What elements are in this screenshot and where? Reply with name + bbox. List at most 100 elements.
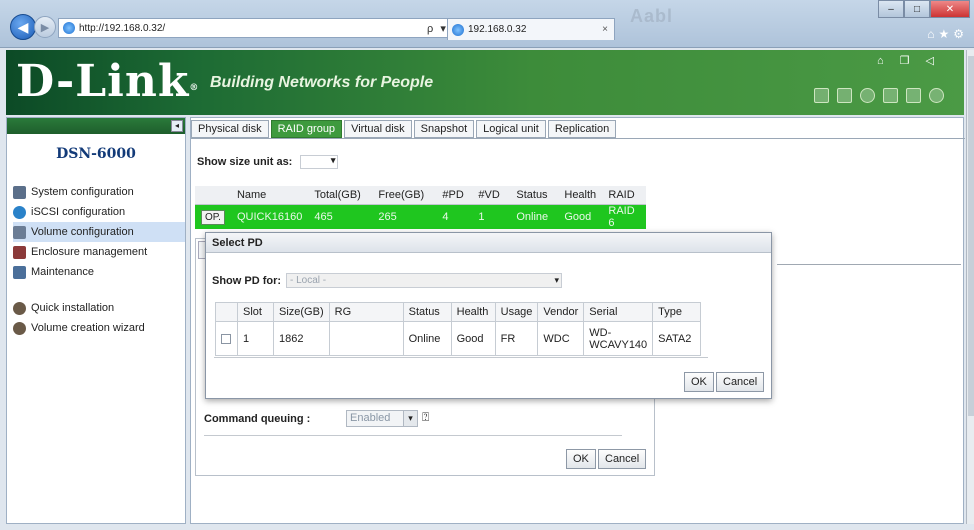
nav-item-quick-installation[interactable]: Quick installation xyxy=(13,298,185,318)
chevron-down-icon: ▾ xyxy=(554,275,559,285)
nav-item-iscsi-configuration[interactable]: iSCSI configuration xyxy=(13,202,185,222)
volume-wizard-icon xyxy=(13,321,26,335)
pd-select-checkbox[interactable] xyxy=(221,333,231,344)
back-arrow-icon: ◀ xyxy=(17,18,29,35)
tab-logical-unit[interactable]: Logical unit xyxy=(476,120,546,138)
close-window-icon[interactable]: ✕ xyxy=(930,0,970,18)
col-size: Size(GB) xyxy=(273,302,330,322)
command-queuing-label: Command queuing : xyxy=(204,413,311,425)
help-icon[interactable]: ⍰ xyxy=(422,410,429,425)
maximize-icon[interactable]: □ xyxy=(904,0,930,18)
show-pd-value: - Local - xyxy=(290,275,327,286)
registered-mark: ® xyxy=(189,83,200,93)
col-type: Type xyxy=(652,302,702,322)
form-cancel-button[interactable]: Cancel xyxy=(598,449,647,469)
col-rg: RG xyxy=(328,302,404,322)
dialog-cancel-button[interactable]: Cancel xyxy=(716,372,765,392)
nav-item-maintenance[interactable]: Maintenance xyxy=(13,262,185,282)
logo-text: D-Link xyxy=(16,56,190,107)
cell-slot: 1 xyxy=(237,321,274,356)
command-queuing-select[interactable]: Enabled ▾ xyxy=(346,410,418,427)
sidebar-header: ◂ xyxy=(7,118,185,134)
col-vendor: Vendor xyxy=(537,302,585,322)
tab-virtual-disk[interactable]: Virtual disk xyxy=(344,120,412,138)
ie-page-icon xyxy=(63,22,75,34)
iscsi-globe-icon xyxy=(13,205,26,219)
size-unit-label: Show size unit as: xyxy=(197,156,293,168)
pd-table: Slot Size(GB) RG Status Health Usage Ven… xyxy=(215,302,702,356)
nav-item-volume-configuration[interactable]: Volume configuration xyxy=(13,222,185,242)
quick-install-icon xyxy=(13,301,26,315)
col-free: Free(GB) xyxy=(372,186,437,205)
monitor-icon[interactable] xyxy=(837,88,852,103)
cell-vd: 1 xyxy=(472,204,511,229)
refresh-icon[interactable] xyxy=(860,88,875,103)
log-icon[interactable] xyxy=(883,88,898,103)
forward-button[interactable]: ▶ xyxy=(34,16,56,38)
tab-replication[interactable]: Replication xyxy=(547,120,617,138)
dialog-ok-button[interactable]: OK xyxy=(684,372,714,392)
nav-label: Maintenance xyxy=(31,266,94,278)
show-pd-select[interactable]: - Local - ▾ xyxy=(286,273,562,288)
browser-tab[interactable]: 192.168.0.32 × xyxy=(447,18,615,40)
cell-serial: WD-WCAVY140 xyxy=(583,321,654,356)
show-pd-label: Show PD for: xyxy=(212,275,282,287)
command-queuing-value: Enabled xyxy=(350,412,391,424)
disk-icon[interactable] xyxy=(814,88,829,103)
favorites-star-icon[interactable]: ★ xyxy=(938,27,953,41)
cell-usage: FR xyxy=(494,321,539,356)
form-ok-button[interactable]: OK xyxy=(566,449,596,469)
scrollbar-thumb[interactable] xyxy=(968,56,974,416)
col-raid: RAID xyxy=(602,186,647,205)
table-row[interactable]: OP. QUICK16160 465 265 4 1 Online Good R… xyxy=(195,204,647,229)
pd-table-header: Slot Size(GB) RG Status Health Usage Ven… xyxy=(215,302,702,322)
chevron-down-icon: ▾ xyxy=(403,411,417,426)
window-controls: – □ ✕ xyxy=(878,0,970,18)
tab-physical-disk[interactable]: Physical disk xyxy=(191,120,269,138)
cell-vendor: WDC xyxy=(537,321,585,356)
cell-free: 265 xyxy=(372,204,437,229)
nav-item-enclosure-management[interactable]: Enclosure management xyxy=(13,242,185,262)
col-health: Health xyxy=(450,302,496,322)
nav-label: Enclosure management xyxy=(31,246,148,258)
col-usage: Usage xyxy=(494,302,539,322)
nav-item-volume-creation-wizard[interactable]: Volume creation wizard xyxy=(13,318,185,338)
tab-close-icon[interactable]: × xyxy=(602,24,608,35)
book-icon[interactable]: ❐ xyxy=(900,55,926,67)
nav-label: Volume configuration xyxy=(31,226,134,238)
nav-item-system-configuration[interactable]: System configuration xyxy=(13,182,185,202)
system-config-icon xyxy=(13,185,26,199)
table-row[interactable]: 1 1862 Online Good FR WDC WD-WCAVY140 SA… xyxy=(215,321,702,356)
sidebar: ◂ DSN-6000 System configuration iSCSI co… xyxy=(6,117,186,524)
model-name: DSN-6000 xyxy=(56,146,136,162)
settings-gear-icon[interactable]: ⚙ xyxy=(953,27,968,41)
op-button[interactable]: OP. xyxy=(201,209,225,225)
minimize-icon[interactable]: – xyxy=(878,0,904,18)
col-slot: Slot xyxy=(237,302,274,322)
tab-snapshot[interactable]: Snapshot xyxy=(413,120,475,138)
tab-raid-group[interactable]: RAID group xyxy=(270,120,343,138)
config-icon[interactable] xyxy=(906,88,921,103)
browser-toolbar-icons: ⌂★⚙ xyxy=(927,27,968,41)
raid-group-table: Name Total(GB) Free(GB) #PD #VD Status H… xyxy=(195,186,647,229)
banner-tool-icons xyxy=(814,88,944,103)
nav-label: Quick installation xyxy=(31,302,115,314)
speaker-icon[interactable]: ◁ xyxy=(926,55,950,67)
collapse-sidebar-icon[interactable]: ◂ xyxy=(171,120,183,132)
home-icon[interactable]: ⌂ xyxy=(927,27,938,41)
col-name: Name xyxy=(230,186,309,205)
cell-rg xyxy=(328,321,404,356)
nav-label: System configuration xyxy=(31,186,134,198)
page-scrollbar[interactable] xyxy=(966,50,974,524)
dlink-logo: D-Link® xyxy=(16,56,199,108)
dialog-title: Select PD xyxy=(206,233,771,253)
cell-status: Online xyxy=(510,204,559,229)
power-icon[interactable] xyxy=(929,88,944,103)
back-button[interactable]: ◀ xyxy=(10,14,36,40)
size-unit-select[interactable] xyxy=(300,155,339,169)
address-bar[interactable]: http://192.168.0.32/ ρ ▾ ⊠ C ✕ xyxy=(58,18,512,38)
cell-raid: RAID 6 xyxy=(602,204,647,229)
tagline: Building Networks for People xyxy=(210,74,434,91)
home-icon[interactable]: ⌂ xyxy=(877,55,900,67)
col-health: Health xyxy=(558,186,603,205)
